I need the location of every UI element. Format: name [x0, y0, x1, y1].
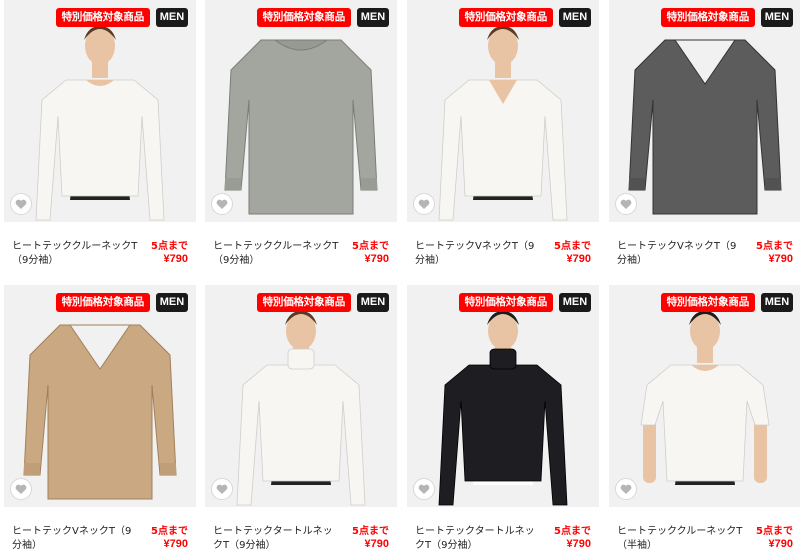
- cuff: [160, 463, 176, 475]
- men-badge: MEN: [559, 8, 591, 27]
- product-price: ¥790: [364, 538, 389, 550]
- favorite-button[interactable]: [10, 478, 32, 500]
- men-badge: MEN: [156, 293, 188, 312]
- men-badge: MEN: [559, 293, 591, 312]
- product-price: ¥790: [566, 538, 591, 550]
- favorite-button[interactable]: [10, 193, 32, 215]
- product-name[interactable]: ヒートテックタートルネックT（9分袖）: [415, 525, 543, 553]
- favorite-button[interactable]: [615, 193, 637, 215]
- special-price-badge: 特別価格対象商品: [660, 293, 755, 312]
- product-card[interactable]: 特別価格対象商品 MEN ヒートテッククルーネックT（9分袖） 5点まで ¥79…: [4, 0, 196, 270]
- garment-body: [640, 364, 770, 482]
- product-photo: [35, 26, 165, 221]
- men-badge: MEN: [357, 293, 389, 312]
- product-card[interactable]: 特別価格対象商品 MEN ヒートテッククルーネックT（半袖） 5点まで ¥790: [609, 285, 800, 555]
- special-price-badge: 特別価格対象商品: [55, 8, 150, 27]
- special-price-badge: 特別価格対象商品: [458, 8, 553, 27]
- product-info: ヒートテッククルーネックT（9分袖） 5点まで ¥790: [4, 222, 196, 270]
- special-price-badge: 特別価格対象商品: [55, 293, 150, 312]
- purchase-limit: 5点まで: [756, 526, 793, 537]
- purchase-limit: 5点まで: [151, 241, 188, 252]
- product-photo: [438, 26, 568, 221]
- product-name[interactable]: ヒートテックVネックT（9分袖）: [12, 525, 140, 553]
- product-photo: [628, 39, 782, 215]
- product-info: ヒートテックVネックT（9分袖） 5点まで ¥790: [609, 222, 800, 270]
- special-price-badge: 特別価格対象商品: [458, 293, 553, 312]
- product-photo: [224, 39, 378, 215]
- product-card[interactable]: 特別価格対象商品 MEN ヒートテッククルーネックT（9分袖） 5点まで ¥79…: [205, 0, 397, 270]
- product-image[interactable]: [407, 0, 599, 222]
- product-photo: [236, 311, 366, 506]
- heart-icon: [15, 199, 27, 209]
- product-name[interactable]: ヒートテックVネックT（9分袖）: [415, 240, 543, 268]
- product-name[interactable]: ヒートテッククルーネックT（9分袖）: [12, 240, 140, 268]
- product-card[interactable]: 特別価格対象商品 MEN ヒートテックVネックT（9分袖） 5点まで ¥790: [609, 0, 800, 270]
- product-price: ¥790: [768, 253, 793, 265]
- cuff: [629, 178, 645, 190]
- men-badge: MEN: [761, 8, 793, 27]
- product-image[interactable]: [609, 285, 800, 507]
- favorite-button[interactable]: [211, 478, 233, 500]
- product-name[interactable]: ヒートテックVネックT（9分袖）: [617, 240, 745, 268]
- men-badge: MEN: [761, 293, 793, 312]
- product-name[interactable]: ヒートテックタートルネックT（9分袖）: [213, 525, 341, 553]
- cuff: [361, 178, 377, 190]
- men-badge: MEN: [156, 8, 188, 27]
- product-grid: 特別価格対象商品 MEN ヒートテッククルーネックT（9分袖） 5点まで ¥79…: [0, 0, 800, 555]
- product-name[interactable]: ヒートテッククルーネックT（9分袖）: [213, 240, 341, 268]
- purchase-limit: 5点まで: [352, 526, 389, 537]
- cuff: [24, 463, 40, 475]
- turtle-collar: [287, 348, 315, 370]
- product-info: ヒートテッククルーネックT（半袖） 5点まで ¥790: [609, 507, 800, 555]
- product-photo: [438, 311, 568, 506]
- heart-icon: [216, 484, 228, 494]
- special-price-badge: 特別価格対象商品: [256, 8, 351, 27]
- product-info: ヒートテックタートルネックT（9分袖） 5点まで ¥790: [205, 507, 397, 555]
- product-image[interactable]: [205, 0, 397, 222]
- favorite-button[interactable]: [211, 193, 233, 215]
- product-photo: [640, 311, 770, 485]
- product-card[interactable]: 特別価格対象商品 MEN ヒートテックタートルネックT（9分袖） 5点まで ¥7…: [407, 285, 599, 555]
- purchase-limit: 5点まで: [151, 526, 188, 537]
- product-price: ¥790: [163, 253, 188, 265]
- purchase-limit: 5点まで: [756, 241, 793, 252]
- favorite-button[interactable]: [413, 478, 435, 500]
- product-price: ¥790: [768, 538, 793, 550]
- favorite-button[interactable]: [413, 193, 435, 215]
- garment-body: [224, 39, 378, 215]
- purchase-limit: 5点まで: [352, 241, 389, 252]
- heart-icon: [620, 199, 632, 209]
- product-card[interactable]: 特別価格対象商品 MEN ヒートテックタートルネックT（9分袖） 5点まで ¥7…: [205, 285, 397, 555]
- heart-icon: [620, 484, 632, 494]
- product-name[interactable]: ヒートテッククルーネックT（半袖）: [617, 525, 745, 553]
- product-image[interactable]: [205, 285, 397, 507]
- product-card[interactable]: 特別価格対象商品 MEN ヒートテックVネックT（9分袖） 5点まで ¥790: [407, 0, 599, 270]
- product-photo: [23, 324, 177, 500]
- product-price: ¥790: [566, 253, 591, 265]
- product-card[interactable]: 特別価格対象商品 MEN ヒートテックVネックT（9分袖） 5点まで ¥790: [4, 285, 196, 555]
- men-badge: MEN: [357, 8, 389, 27]
- product-price: ¥790: [364, 253, 389, 265]
- special-price-badge: 特別価格対象商品: [660, 8, 755, 27]
- heart-icon: [216, 199, 228, 209]
- heart-icon: [418, 199, 430, 209]
- product-image[interactable]: [4, 285, 196, 507]
- turtle-collar: [489, 348, 517, 370]
- product-image[interactable]: [609, 0, 800, 222]
- product-price: ¥790: [163, 538, 188, 550]
- product-image[interactable]: [407, 285, 599, 507]
- purchase-limit: 5点まで: [554, 241, 591, 252]
- cuff: [225, 178, 241, 190]
- heart-icon: [418, 484, 430, 494]
- purchase-limit: 5点まで: [554, 526, 591, 537]
- cuff: [765, 178, 781, 190]
- product-info: ヒートテックVネックT（9分袖） 5点まで ¥790: [407, 222, 599, 270]
- heart-icon: [15, 484, 27, 494]
- favorite-button[interactable]: [615, 478, 637, 500]
- product-image[interactable]: [4, 0, 196, 222]
- product-info: ヒートテッククルーネックT（9分袖） 5点まで ¥790: [205, 222, 397, 270]
- product-info: ヒートテックVネックT（9分袖） 5点まで ¥790: [4, 507, 196, 555]
- product-info: ヒートテックタートルネックT（9分袖） 5点まで ¥790: [407, 507, 599, 555]
- special-price-badge: 特別価格対象商品: [256, 293, 351, 312]
